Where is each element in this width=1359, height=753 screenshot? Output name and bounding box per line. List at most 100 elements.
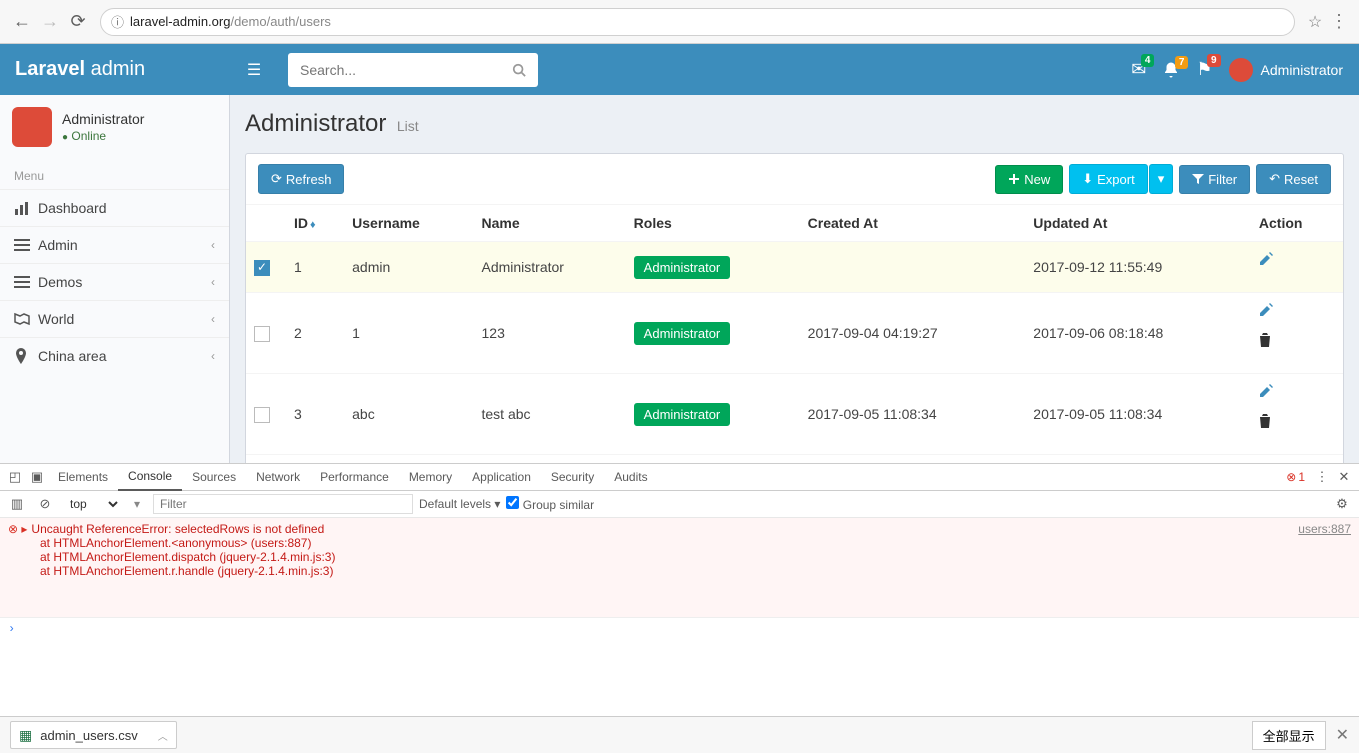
browser-toolbar: ← → ⟳ ⓘ laravel-admin.org/demo/auth/user… [0, 0, 1359, 44]
console-prompt[interactable]: › [0, 617, 1359, 717]
app-header: Laravel admin ☰ ✉4 7 ⚑9 Administrator [0, 44, 1359, 95]
clear-console-icon[interactable]: ⊘ [34, 496, 56, 512]
cell-username: li [344, 455, 473, 464]
chevron-left-icon: ‹ [211, 349, 215, 363]
export-button[interactable]: ⬇Export [1069, 164, 1147, 194]
cell-updated: 2017-09-06 08:18:48 [1025, 293, 1251, 374]
sidebar-item-world[interactable]: World‹ [0, 300, 229, 337]
devtools-tab-audits[interactable]: Audits [604, 464, 657, 491]
sidebar-item-dashboard[interactable]: Dashboard [0, 189, 229, 226]
column-header[interactable]: Updated At [1025, 205, 1251, 242]
cell-created: 2017-09-05 11:08:34 [800, 374, 1026, 455]
devtools-tab-console[interactable]: Console [118, 464, 182, 491]
context-select[interactable]: top [62, 494, 121, 514]
console-settings-icon[interactable]: ⚙ [1331, 496, 1353, 512]
brand-logo[interactable]: Laravel admin [0, 58, 230, 81]
cell-id: 4 [286, 455, 344, 464]
row-checkbox[interactable] [254, 407, 270, 423]
console-filter-input[interactable] [153, 494, 413, 514]
log-levels-select[interactable]: Default levels ▾ [419, 497, 500, 511]
column-header[interactable]: Name [474, 205, 626, 242]
table-row: 1 admin Administrator Administrator 2017… [246, 242, 1343, 293]
devtools-tab-memory[interactable]: Memory [399, 464, 462, 491]
column-header[interactable]: Action [1251, 205, 1343, 242]
new-button[interactable]: New [995, 165, 1063, 194]
search-input[interactable] [300, 62, 512, 78]
cell-username: admin [344, 242, 473, 293]
cell-id: 2 [286, 293, 344, 374]
global-search[interactable] [288, 53, 538, 87]
chevron-left-icon: ‹ [211, 312, 215, 326]
show-all-button[interactable]: 全部显示 [1252, 721, 1326, 750]
row-checkbox[interactable] [254, 326, 270, 342]
devtools-menu-icon[interactable]: ⋮ [1311, 469, 1333, 485]
cell-created [800, 242, 1026, 293]
column-header[interactable]: Created At [800, 205, 1026, 242]
sidebar-item-label: Demos [38, 274, 211, 290]
table-row: 2 1 123 Administrator 2017-09-04 04:19:2… [246, 293, 1343, 374]
row-checkbox[interactable] [254, 260, 270, 276]
devtools-tab-elements[interactable]: Elements [48, 464, 118, 491]
chevron-left-icon: ‹ [211, 275, 215, 289]
filter-icon [1192, 173, 1204, 185]
devtools-close-icon[interactable]: ✕ [1333, 469, 1355, 485]
bookmark-button[interactable]: ☆ [1303, 12, 1327, 32]
trash-icon[interactable] [1259, 333, 1335, 347]
users-table: ID♦UsernameNameRolesCreated AtUpdated At… [246, 204, 1343, 463]
column-header[interactable]: Roles [626, 205, 800, 242]
column-header[interactable]: Username [344, 205, 473, 242]
console-sidebar-icon[interactable]: ▥ [6, 496, 28, 512]
devtools-tab-performance[interactable]: Performance [310, 464, 399, 491]
sort-icon[interactable]: ♦ [310, 219, 316, 231]
download-bar-close[interactable]: ✕ [1336, 725, 1349, 745]
page-header: Administrator List [230, 95, 1359, 153]
sidebar-toggle[interactable]: ☰ [230, 60, 278, 80]
cell-created: 2017-09-04 04:19:27 [800, 293, 1026, 374]
address-bar[interactable]: ⓘ laravel-admin.org/demo/auth/users [100, 8, 1295, 36]
devtools-tab-application[interactable]: Application [462, 464, 541, 491]
filter-button[interactable]: Filter [1179, 165, 1250, 194]
edit-icon[interactable] [1259, 252, 1335, 266]
map-icon [14, 312, 38, 326]
reload-button[interactable]: ⟳ [64, 8, 92, 36]
sidebar-item-admin[interactable]: Admin‹ [0, 226, 229, 263]
browser-menu-button[interactable]: ⋮ [1327, 11, 1351, 32]
content-area: Administrator List ⟳Refresh New ⬇Export … [230, 95, 1359, 463]
sidebar-user-name: Administrator [62, 111, 144, 127]
device-icon[interactable]: ▣ [26, 469, 48, 485]
devtools-tab-network[interactable]: Network [246, 464, 310, 491]
trash-icon[interactable] [1259, 414, 1335, 428]
devtools-tab-security[interactable]: Security [541, 464, 604, 491]
flag-icon[interactable]: ⚑9 [1196, 59, 1212, 80]
info-icon: ⓘ [111, 12, 124, 31]
edit-icon[interactable] [1259, 384, 1335, 398]
column-header[interactable]: ID♦ [286, 205, 344, 242]
stack-line: at HTMLAnchorElement.dispatch (jquery-2.… [8, 550, 1351, 564]
devtools-tab-sources[interactable]: Sources [182, 464, 246, 491]
inspect-icon[interactable]: ◰ [4, 469, 26, 485]
error-count-badge[interactable]: ⊗1 [1286, 470, 1305, 484]
forward-button[interactable]: → [36, 8, 64, 36]
reset-button[interactable]: ↶Reset [1256, 164, 1331, 194]
sidebar-item-label: China area [38, 348, 211, 364]
user-menu[interactable]: Administrator [1229, 58, 1343, 82]
edit-icon[interactable] [1259, 303, 1335, 317]
group-similar-checkbox[interactable]: Group similar [506, 496, 594, 512]
list-icon [14, 275, 38, 289]
sidebar-item-demos[interactable]: Demos‹ [0, 263, 229, 300]
mail-icon[interactable]: ✉4 [1131, 59, 1146, 80]
download-bar: ▦ admin_users.csv ︿ 全部显示 ✕ [0, 716, 1359, 753]
sidebar-item-china-area[interactable]: China area‹ [0, 337, 229, 374]
role-badge: Administrator [634, 403, 731, 426]
back-button[interactable]: ← [8, 8, 36, 36]
user-name-label: Administrator [1261, 62, 1343, 78]
cell-username: abc [344, 374, 473, 455]
export-dropdown[interactable]: ▾ [1149, 164, 1174, 194]
search-icon[interactable] [512, 63, 526, 77]
menu-header: Menu [0, 159, 229, 189]
download-chip[interactable]: ▦ admin_users.csv ︿ [10, 721, 177, 749]
error-location-link[interactable]: users:887 [1298, 522, 1351, 536]
refresh-button[interactable]: ⟳Refresh [258, 164, 344, 194]
avatar-icon [1229, 58, 1253, 82]
bell-icon[interactable]: 7 [1162, 61, 1180, 79]
